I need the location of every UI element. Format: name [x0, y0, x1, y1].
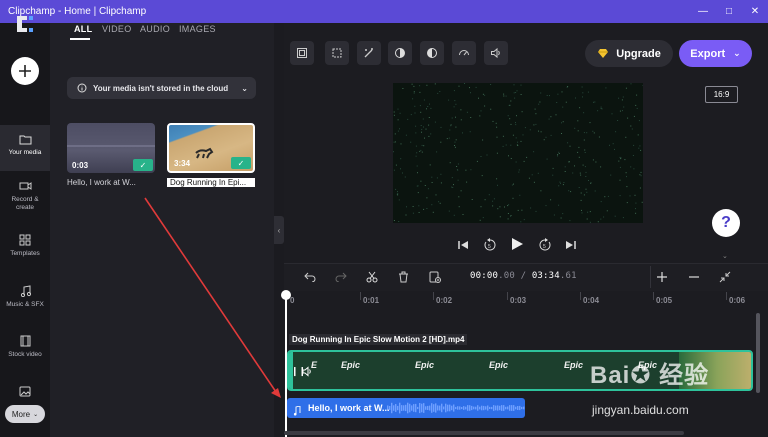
clipchamp-app: Clipchamp - Home | Clipchamp — □ ✕ Your … — [0, 0, 768, 437]
baidu-watermark-logo: Bai✪ 经验 — [590, 362, 710, 389]
baidu-watermark-url: jingyan.baidu.com — [592, 403, 689, 417]
